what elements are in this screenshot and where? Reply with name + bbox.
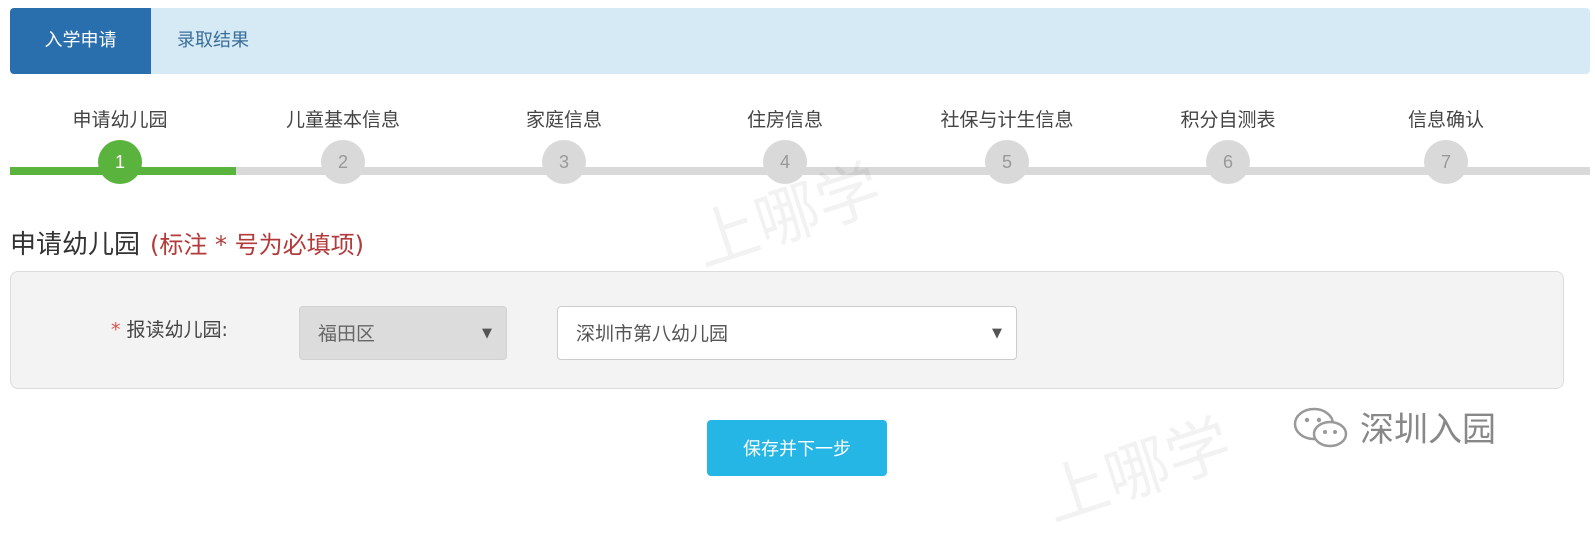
required-note: (标注 * 号为必填项)	[150, 231, 364, 259]
step-label: 社保与计生信息	[940, 109, 1074, 131]
step-number: 7	[1424, 140, 1468, 184]
step-progress: 申请幼儿园 1 儿童基本信息 2 家庭信息 3 住房信息 4 社保与计生信息 5…	[10, 100, 1595, 200]
background-watermark: 上哪学	[1035, 406, 1241, 537]
kindergarten-select-value: 深圳市第八幼儿园	[576, 323, 729, 345]
tab-bar: 入学申请 录取结果	[10, 8, 1590, 74]
step-2[interactable]: 儿童基本信息 2	[243, 100, 443, 184]
section-title-text: 申请幼儿园	[10, 230, 141, 260]
step-number: 6	[1206, 140, 1250, 184]
step-label: 儿童基本信息	[285, 109, 400, 131]
step-number: 4	[763, 140, 807, 184]
step-number: 5	[985, 140, 1029, 184]
step-label: 家庭信息	[525, 109, 602, 131]
district-select[interactable]: 福田区 ▼	[299, 306, 507, 360]
step-4[interactable]: 住房信息 4	[685, 100, 885, 184]
field-label-text: 报读幼儿园:	[126, 319, 228, 341]
watermark-text: 深圳入园	[1360, 410, 1496, 450]
step-7[interactable]: 信息确认 7	[1346, 100, 1546, 184]
kindergarten-field-label: * 报读幼儿园:	[111, 272, 228, 388]
tab-admission-result[interactable]: 录取结果	[165, 8, 297, 74]
district-select-value: 福田区	[318, 323, 376, 345]
step-number: 2	[321, 140, 365, 184]
kindergarten-select[interactable]: 深圳市第八幼儿园 ▼	[557, 306, 1017, 360]
step-3[interactable]: 家庭信息 3	[464, 100, 664, 184]
wechat-icon	[1292, 406, 1352, 454]
required-mark: *	[111, 319, 121, 341]
step-number: 1	[98, 140, 142, 184]
save-and-next-button[interactable]: 保存并下一步	[707, 420, 887, 476]
chevron-down-icon: ▼	[992, 326, 1002, 341]
step-label: 住房信息	[746, 109, 823, 131]
step-number: 3	[542, 140, 586, 184]
tab-enrollment-application[interactable]: 入学申请	[10, 8, 151, 74]
form-panel: * 报读幼儿园: 福田区 ▼ 深圳市第八幼儿园 ▼	[10, 271, 1564, 389]
section-title: 申请幼儿园 (标注 * 号为必填项)	[10, 224, 364, 261]
step-6[interactable]: 积分自测表 6	[1128, 100, 1328, 184]
step-5[interactable]: 社保与计生信息 5	[907, 100, 1107, 184]
step-1[interactable]: 申请幼儿园 1	[20, 100, 220, 184]
chevron-down-icon: ▼	[482, 326, 492, 341]
step-label: 信息确认	[1407, 109, 1484, 131]
step-label: 申请幼儿园	[72, 109, 168, 131]
step-label: 积分自测表	[1180, 109, 1276, 131]
